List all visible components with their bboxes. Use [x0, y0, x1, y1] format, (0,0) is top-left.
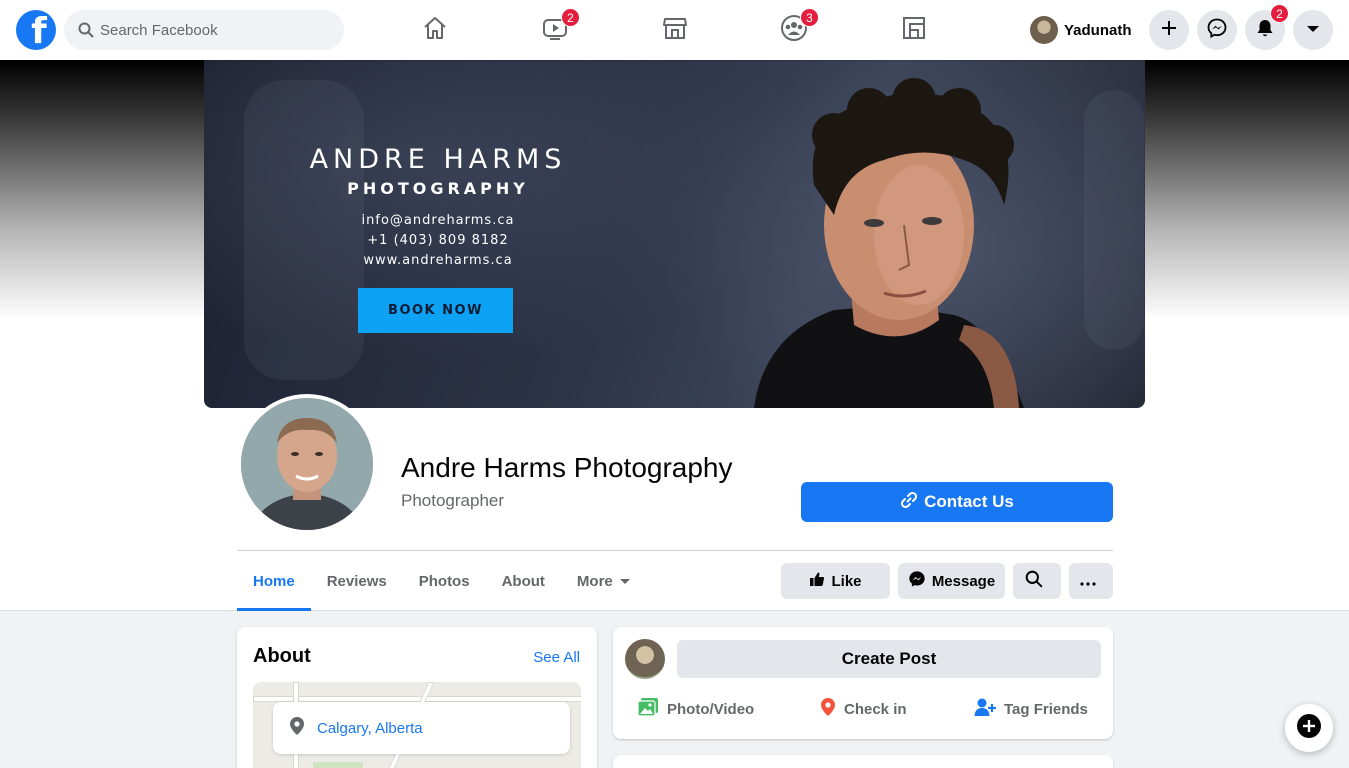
marketplace-icon [662, 15, 688, 46]
thumbs-up-icon [809, 571, 831, 591]
header-divider [237, 550, 1113, 551]
messenger-button[interactable] [1197, 10, 1237, 50]
contact-us-button[interactable]: Contact Us [801, 482, 1113, 522]
cover-subtitle: PHOTOGRAPHY [347, 179, 529, 198]
account-menu-button[interactable] [1293, 10, 1333, 50]
tab-about[interactable]: About [486, 552, 561, 611]
photo-icon [637, 697, 667, 721]
nav-tab-groups[interactable]: 3 [738, 0, 850, 60]
home-icon [422, 15, 448, 46]
about-title: About [253, 645, 311, 667]
compose-icon [1296, 713, 1322, 744]
cover-title: ANDRE HARMS [309, 144, 567, 175]
nav-tab-watch[interactable]: 2 [499, 0, 611, 60]
caret-down-icon [1306, 21, 1320, 39]
like-button[interactable]: Like [781, 563, 890, 599]
cover-email: info@andreharms.ca [361, 213, 515, 228]
create-button[interactable] [1149, 10, 1189, 50]
tab-label: Reviews [326, 573, 387, 590]
tab-reviews[interactable]: Reviews [311, 552, 403, 611]
create-post-card: Create Post Photo/Video Check in Tag Fri… [613, 627, 1113, 739]
profile-chip[interactable]: Yadunath [1026, 12, 1142, 48]
ellipsis-icon [1080, 573, 1102, 590]
tab-more[interactable]: More [561, 552, 647, 611]
facebook-logo-icon[interactable]: f [16, 10, 56, 50]
top-navigation-bar: f 2 3 Yadunath [0, 0, 1349, 60]
tab-label: Home [253, 573, 295, 590]
nav-tab-gaming[interactable] [858, 0, 970, 60]
messenger-icon [908, 570, 932, 592]
location-pin-icon [289, 716, 305, 741]
profile-picture[interactable] [237, 394, 377, 534]
new-message-button[interactable] [1285, 704, 1333, 752]
cover-website: www.andreharms.ca [363, 253, 513, 268]
check-in-button[interactable]: Check in [820, 697, 907, 721]
contact-us-label: Contact Us [924, 492, 1014, 511]
groups-badge: 3 [800, 8, 819, 27]
caret-down-icon [619, 573, 631, 590]
message-button[interactable]: Message [898, 563, 1005, 599]
tab-photos[interactable]: Photos [403, 552, 486, 611]
more-options-button[interactable] [1069, 563, 1113, 599]
cover-photo[interactable]: ANDRE HARMS PHOTOGRAPHY info@andreharms.… [204, 60, 1145, 408]
bell-icon [1256, 18, 1274, 43]
search-icon [1025, 570, 1049, 592]
tab-label: About [501, 573, 545, 590]
cover-portrait-image [754, 78, 1024, 408]
watch-badge: 2 [561, 8, 580, 27]
nav-tab-home[interactable] [379, 0, 491, 60]
create-post-button[interactable]: Create Post [677, 640, 1101, 678]
map-park [313, 762, 363, 768]
book-now-button: BOOK NOW [358, 288, 513, 333]
location-map[interactable]: Calgary, Alberta [253, 682, 581, 768]
search-input[interactable] [100, 21, 330, 39]
messenger-icon [1207, 18, 1227, 43]
search-icon [76, 20, 96, 40]
link-icon [900, 491, 924, 514]
message-label: Message [931, 572, 996, 590]
tag-friends-icon [974, 697, 1004, 721]
search-bar[interactable] [64, 10, 344, 50]
photo-video-label: Photo/Video [667, 700, 755, 718]
gaming-icon [901, 15, 927, 46]
notifications-button[interactable]: 2 [1245, 4, 1289, 50]
page-tabs: Home Reviews Photos About More [237, 552, 647, 611]
plus-icon [1160, 19, 1178, 42]
feed-post-card [613, 755, 1113, 768]
location-pin-icon [820, 697, 844, 721]
cover-phone: +1 (403) 809 8182 [367, 233, 509, 248]
tag-friends-label: Tag Friends [1004, 700, 1088, 718]
photo-video-button[interactable]: Photo/Video [637, 697, 754, 721]
location-link: Calgary, Alberta [317, 719, 423, 737]
nav-tab-marketplace[interactable] [619, 0, 731, 60]
check-in-label: Check in [844, 700, 907, 718]
location-pill[interactable]: Calgary, Alberta [273, 702, 570, 754]
like-label: Like [831, 572, 862, 590]
about-card: About See All Calgary, Alberta [237, 627, 597, 768]
user-name: Yadunath [1064, 21, 1132, 39]
cover-background-shape [244, 80, 364, 380]
avatar [625, 639, 665, 679]
profile-portrait-image [241, 398, 373, 530]
page-category: Photographer [401, 491, 505, 510]
see-all-link[interactable]: See All [533, 649, 580, 666]
tab-home[interactable]: Home [237, 552, 311, 611]
notifications-badge: 2 [1270, 4, 1289, 23]
page-title: Andre Harms Photography [401, 452, 733, 483]
search-page-button[interactable] [1013, 563, 1061, 599]
tab-label: More [576, 573, 613, 590]
tag-friends-button[interactable]: Tag Friends [974, 697, 1088, 721]
tab-label: Photos [418, 573, 470, 590]
avatar [1030, 16, 1058, 44]
